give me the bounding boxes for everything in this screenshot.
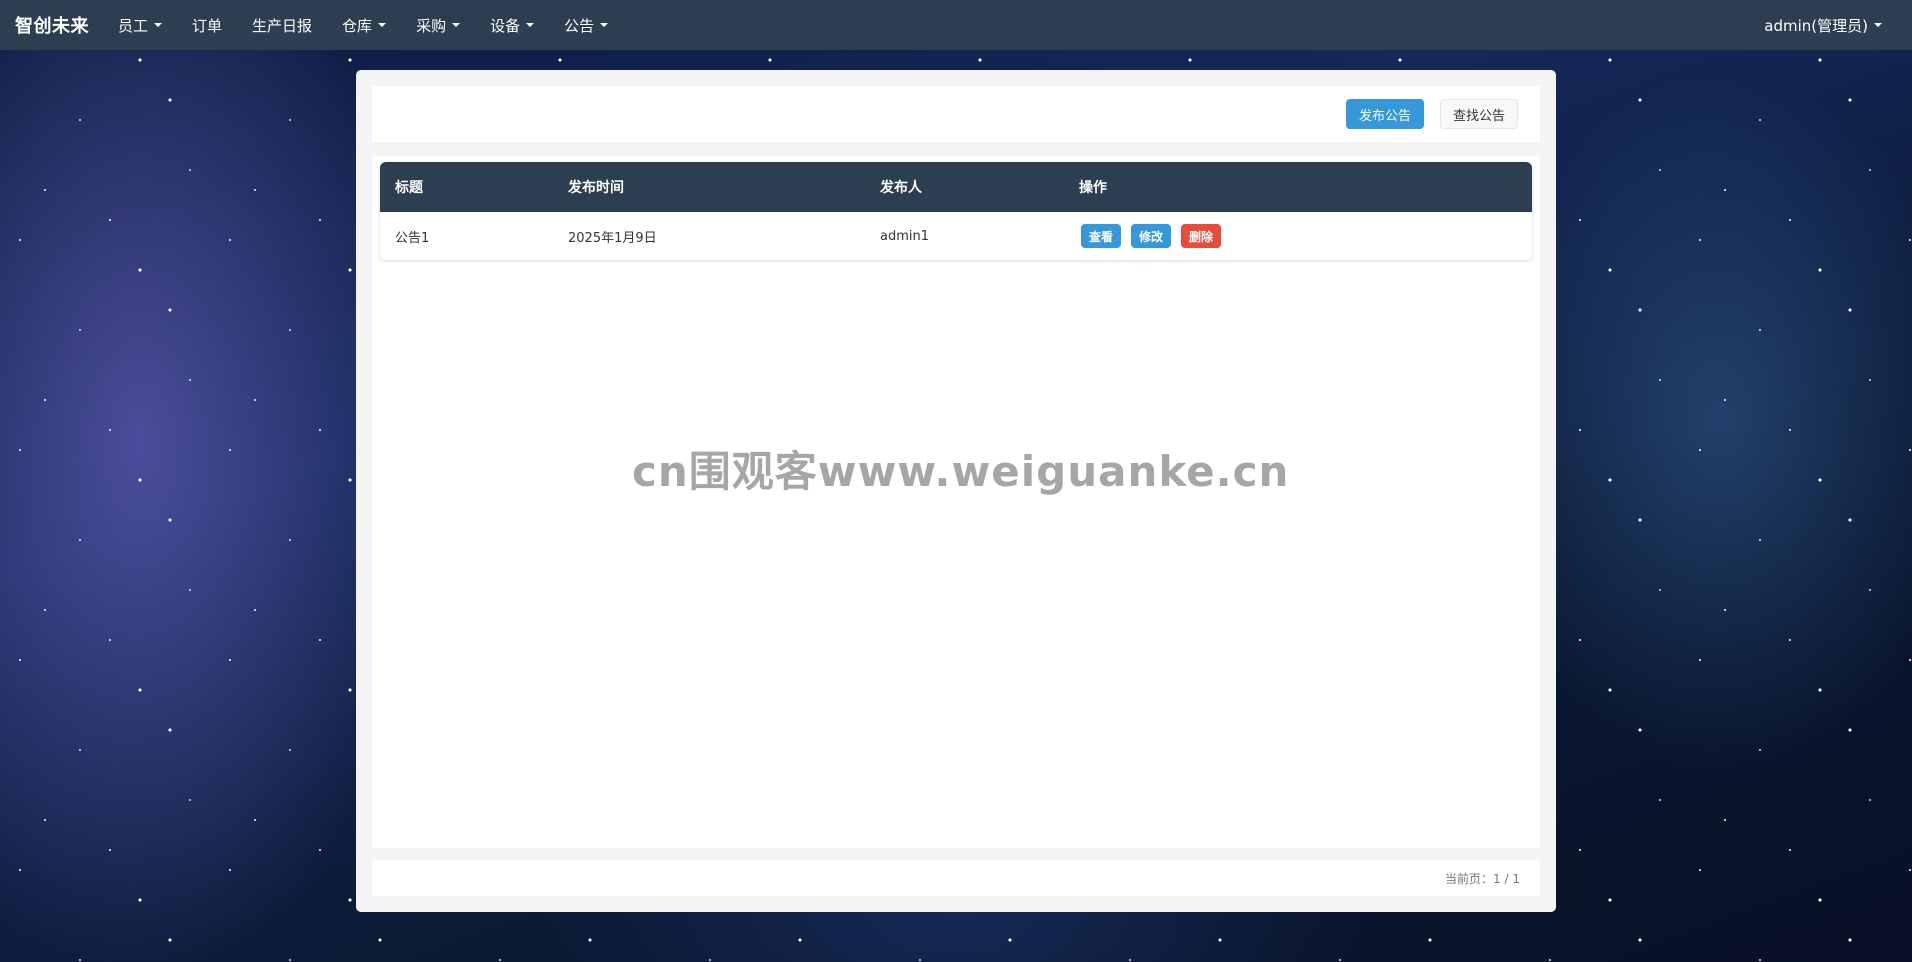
nav-item-announcement[interactable]: 公告 xyxy=(549,0,623,50)
header-publisher: 发布人 xyxy=(880,180,922,196)
nav-item-purchase[interactable]: 采购 xyxy=(401,0,475,50)
announcement-table: 标题 发布时间 发布人 操作 公告1 2025年1月9日 admin1 查看 修… xyxy=(380,162,1532,260)
caret-down-icon xyxy=(1874,23,1882,27)
caret-down-icon xyxy=(452,23,461,27)
main-panel: 发布公告 查找公告 标题 发布时间 发布人 操作 公告1 2025年1月9日 a… xyxy=(356,70,1556,912)
row-title: 公告1 xyxy=(395,230,430,246)
row-time: 2025年1月9日 xyxy=(568,230,657,246)
toolbar: 发布公告 查找公告 xyxy=(372,86,1540,142)
nav-item-label: 订单 xyxy=(192,16,223,35)
user-name: admin(管理员) xyxy=(1764,16,1868,35)
nav-item-label: 员工 xyxy=(118,16,149,35)
nav-item-equipment[interactable]: 设备 xyxy=(475,0,549,50)
delete-button[interactable]: 删除 xyxy=(1181,224,1222,248)
table-header: 标题 发布时间 发布人 操作 xyxy=(380,162,1532,212)
nav-item-orders[interactable]: 订单 xyxy=(177,0,237,50)
header-time: 发布时间 xyxy=(568,180,624,196)
nav-item-label: 公告 xyxy=(564,16,595,35)
nav-item-label: 仓库 xyxy=(342,16,373,35)
page-indicator: 当前页：1 / 1 xyxy=(1445,871,1520,886)
edit-button[interactable]: 修改 xyxy=(1131,224,1172,248)
table-row: 公告1 2025年1月9日 admin1 查看 修改 删除 xyxy=(380,212,1532,260)
caret-down-icon xyxy=(378,23,387,27)
nav-item-daily-report[interactable]: 生产日报 xyxy=(237,0,327,50)
row-actions: 查看 修改 删除 xyxy=(1079,212,1231,260)
content-area: 标题 发布时间 发布人 操作 公告1 2025年1月9日 admin1 查看 修… xyxy=(372,156,1540,848)
top-navbar: 智创未来 员工 订单 生产日报 仓库 采购 设备 公告 admin(管理员) xyxy=(0,0,1912,50)
publish-announcement-button[interactable]: 发布公告 xyxy=(1346,99,1424,129)
caret-down-icon xyxy=(154,23,163,27)
nav-item-label: 采购 xyxy=(416,16,447,35)
user-menu[interactable]: admin(管理员) xyxy=(1764,0,1882,50)
pagination-bar: 当前页：1 / 1 xyxy=(372,860,1540,896)
nav-menu: 员工 订单 生产日报 仓库 采购 设备 公告 xyxy=(103,0,623,50)
nav-item-label: 生产日报 xyxy=(252,16,313,35)
caret-down-icon xyxy=(526,23,535,27)
header-title: 标题 xyxy=(395,180,423,196)
nav-item-label: 设备 xyxy=(490,16,521,35)
view-button[interactable]: 查看 xyxy=(1081,224,1122,248)
brand-logo[interactable]: 智创未来 xyxy=(15,12,89,38)
caret-down-icon xyxy=(600,23,609,27)
search-announcement-button[interactable]: 查找公告 xyxy=(1440,99,1518,129)
header-actions: 操作 xyxy=(1079,180,1107,196)
nav-item-warehouse[interactable]: 仓库 xyxy=(327,0,401,50)
row-publisher: admin1 xyxy=(880,228,930,244)
nav-item-employee[interactable]: 员工 xyxy=(103,0,177,50)
